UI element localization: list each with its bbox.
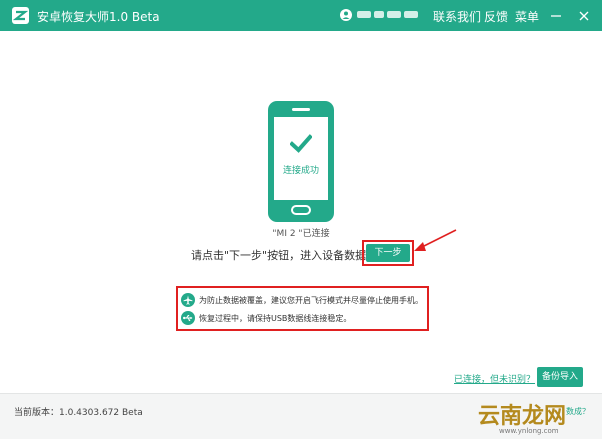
user-avatar-icon[interactable] (340, 9, 352, 21)
close-icon[interactable] (577, 8, 591, 22)
phone-illustration: 连接成功 (268, 101, 334, 222)
app-logo-icon (12, 7, 29, 24)
contact-us-link[interactable]: 联系我们 (433, 8, 481, 25)
menu-link[interactable]: 菜单 (515, 8, 539, 25)
phone-speaker (292, 108, 310, 111)
watermark-logo: 云南龙网 (478, 404, 567, 429)
minimize-icon[interactable] (549, 8, 563, 22)
main-panel: 连接成功 "MI 2 "已连接 请点击"下一步"按钮，进入设备数据扫描 下一步 … (0, 31, 602, 403)
trailing-link[interactable]: 数成？ (566, 406, 590, 417)
usb-icon (181, 311, 195, 325)
tip-text: 为防止数据被覆盖，建议您开启飞行模式并尽量停止使用手机。 (199, 296, 423, 305)
phone-home-button (291, 205, 311, 215)
highlight-box-tips (176, 286, 429, 331)
backup-import-button[interactable]: 备份导入 (537, 367, 583, 387)
phone-screen: 连接成功 (274, 117, 328, 200)
version-text: 当前版本：1.0.4303.672 Beta (14, 408, 143, 418)
connected-label: 连接成功 (282, 166, 319, 176)
feedback-link[interactable]: 反馈 (484, 8, 508, 25)
watermark-url: www.ynlong.com (499, 427, 559, 435)
title-bar: 安卓恢复大师1.0 Beta 联系我们 反馈 菜单 (0, 0, 602, 31)
instruction-text: 请点击"下一步"按钮，进入设备数据扫描 (191, 249, 389, 262)
tip-text: 恢复过程中，请保持USB数据线连接稳定。 (199, 314, 352, 323)
checkmark-icon (290, 134, 312, 153)
next-step-button[interactable]: 下一步 (366, 244, 410, 262)
status-bar: 当前版本：1.0.4303.672 Beta 云南龙网 www.ynlong.c… (0, 393, 602, 439)
device-status: "MI 2 "已连接 (272, 229, 330, 239)
not-recognized-link[interactable]: 已连接，但未识别？ (454, 372, 535, 385)
airplane-icon (181, 293, 195, 307)
app-title: 安卓恢复大师1.0 Beta (37, 10, 160, 24)
username-blurred[interactable] (357, 9, 419, 20)
red-arrow-annotation (414, 229, 457, 251)
